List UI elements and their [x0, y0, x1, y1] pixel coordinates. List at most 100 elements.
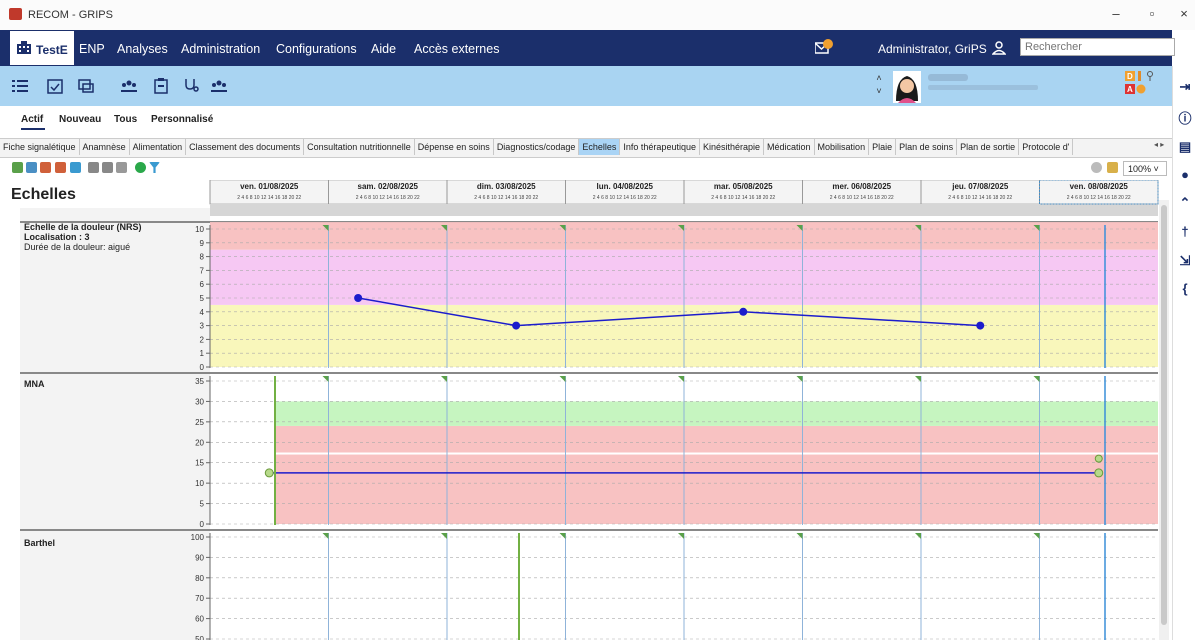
y-tick-label: 1 [200, 349, 205, 358]
hour-ticks: 2 4 6 8 10 12 14 16 18 20 22 [593, 195, 657, 201]
active-subtab-underline [21, 128, 45, 130]
hour-ticks: 2 4 6 8 10 12 14 16 18 20 22 [830, 195, 894, 201]
search-input[interactable] [1020, 38, 1175, 56]
nav-item-configurations[interactable]: Configurations [276, 42, 357, 56]
doc-tab[interactable]: Fiche signalétique [0, 139, 80, 155]
doc-tab[interactable]: Diagnostics/codage [494, 139, 580, 155]
header-band [210, 204, 1158, 216]
view-week-icon[interactable] [40, 162, 51, 173]
zoom-value: 100% [1128, 164, 1152, 174]
settings-icon[interactable] [116, 162, 127, 173]
home-tab-label: TestE [36, 43, 68, 57]
documents-icon[interactable]: ▤ [1178, 140, 1192, 154]
info-icon[interactable]: ⓘ [1178, 112, 1192, 126]
export-doc-icon[interactable]: ⇲ [1178, 254, 1192, 268]
patient-avatar [893, 71, 921, 103]
data-point [1094, 468, 1104, 478]
doc-tab[interactable]: Mobilisation [815, 139, 870, 155]
nav-item-aide[interactable]: Aide [371, 42, 396, 56]
hour-ticks: 2 4 6 8 10 12 14 16 18 20 22 [1067, 195, 1131, 201]
person-icon[interactable]: † [1178, 225, 1192, 239]
building-icon [17, 41, 31, 54]
print-icon[interactable] [88, 162, 99, 173]
y-tick-label: 60 [195, 615, 204, 624]
doc-tab[interactable]: Kinésithérapie [700, 139, 765, 155]
calendar-icon[interactable] [47, 78, 63, 94]
user-name[interactable]: Administrator, GriPS [878, 42, 987, 56]
day-label: mar. 05/08/2025 [714, 182, 773, 191]
code-icon[interactable]: { [1178, 282, 1192, 296]
nav-item-analyses[interactable]: Analyses [117, 42, 168, 56]
group-icon[interactable] [211, 78, 227, 94]
subtab-personnalise[interactable]: Personnalisé [151, 114, 213, 125]
nav-item-enp[interactable]: ENP [79, 42, 105, 56]
threshold-band [275, 454, 1158, 524]
export-icon[interactable] [12, 162, 23, 173]
data-point [976, 321, 985, 330]
doc-tab[interactable]: Consultation nutritionnelle [304, 139, 415, 155]
y-tick-label: 0 [200, 363, 205, 372]
y-tick-label: 5 [200, 294, 205, 303]
day-label: jeu. 07/08/2025 [951, 182, 1009, 191]
doc-tab[interactable]: Plan de sortie [957, 139, 1020, 155]
people-icon[interactable]: ● [1178, 168, 1192, 182]
hour-ticks: 2 4 6 8 10 12 14 16 18 20 22 [474, 195, 538, 201]
zoom-select[interactable]: 100% ˅ [1123, 161, 1167, 176]
hour-ticks: 2 4 6 8 10 12 14 16 18 20 22 [948, 195, 1012, 201]
doc-tab[interactable]: Protocole d' [1019, 139, 1074, 155]
clipboard-icon[interactable] [153, 78, 169, 94]
exit-icon[interactable]: ⇥ [1178, 80, 1192, 94]
nav-item-administration[interactable]: Administration [181, 42, 260, 56]
print-preview-icon[interactable] [102, 162, 113, 173]
patient-switch-chevron[interactable]: ˄ ˅ [874, 72, 884, 98]
view-month-icon[interactable] [55, 162, 66, 173]
y-tick-label: 80 [195, 574, 204, 583]
close-button[interactable]: × [1176, 6, 1192, 22]
scales-chart: ven. 01/08/2025 2 4 6 8 10 12 14 16 18 20… [20, 180, 1159, 640]
svg-text:A: A [1127, 85, 1133, 94]
mail-notification-icon[interactable] [815, 39, 833, 55]
subtab-actif[interactable]: Actif [21, 114, 43, 125]
zoom-icon[interactable] [1107, 162, 1118, 173]
subtab-tous[interactable]: Tous [114, 114, 137, 125]
doc-tab[interactable]: Info thérapeutique [620, 139, 700, 155]
doc-tab[interactable]: Dépense en soins [415, 139, 494, 155]
link-icon[interactable] [1091, 162, 1102, 173]
alert-badges-icon[interactable]: DA [1125, 69, 1165, 99]
doc-tab[interactable]: Anamnèse [80, 139, 130, 155]
chart-icon[interactable]: ⌃ [1178, 196, 1192, 210]
view-day-icon[interactable] [26, 162, 37, 173]
subtab-nouveau[interactable]: Nouveau [59, 114, 101, 125]
doc-tab[interactable]: Médication [764, 139, 815, 155]
doc-tab[interactable]: Alimentation [130, 139, 187, 155]
restore-button[interactable]: ▫ [1144, 6, 1160, 22]
refresh-icon[interactable] [70, 162, 81, 173]
y-tick-label: 30 [195, 397, 204, 406]
y-tick-label: 8 [200, 253, 205, 262]
minimize-button[interactable]: – [1108, 6, 1124, 22]
svg-text:D: D [1127, 72, 1133, 81]
user-icon[interactable] [992, 41, 1006, 55]
window-title: RECOM - GRIPS [28, 9, 113, 21]
team-icon[interactable] [121, 78, 137, 94]
y-tick-label: 0 [200, 520, 205, 529]
chat-icon[interactable] [78, 78, 94, 94]
window-title-bar [0, 0, 1195, 30]
doc-tab[interactable]: Classement des documents [186, 139, 305, 155]
add-icon[interactable] [135, 162, 146, 173]
threshold-band [275, 401, 1158, 426]
list-icon[interactable] [12, 78, 28, 94]
doc-tab[interactable]: Plaie [869, 139, 897, 155]
hour-ticks: 2 4 6 8 10 12 14 16 18 20 22 [237, 195, 301, 201]
stethoscope-icon[interactable] [183, 78, 199, 94]
nav-item-acces-externes[interactable]: Accès externes [414, 42, 499, 56]
scrollbar-thumb[interactable] [1161, 205, 1167, 625]
day-label: mer. 06/08/2025 [832, 182, 891, 191]
doc-tab[interactable]: Plan de soins [896, 139, 958, 155]
y-tick-label: 7 [200, 266, 205, 275]
tab-scroll-arrows[interactable]: ◂ ▸ [1154, 140, 1172, 154]
doc-tab[interactable]: Echelles [579, 139, 621, 155]
data-point [512, 321, 521, 330]
y-tick-label: 25 [195, 418, 204, 427]
y-tick-label: 2 [200, 335, 205, 344]
